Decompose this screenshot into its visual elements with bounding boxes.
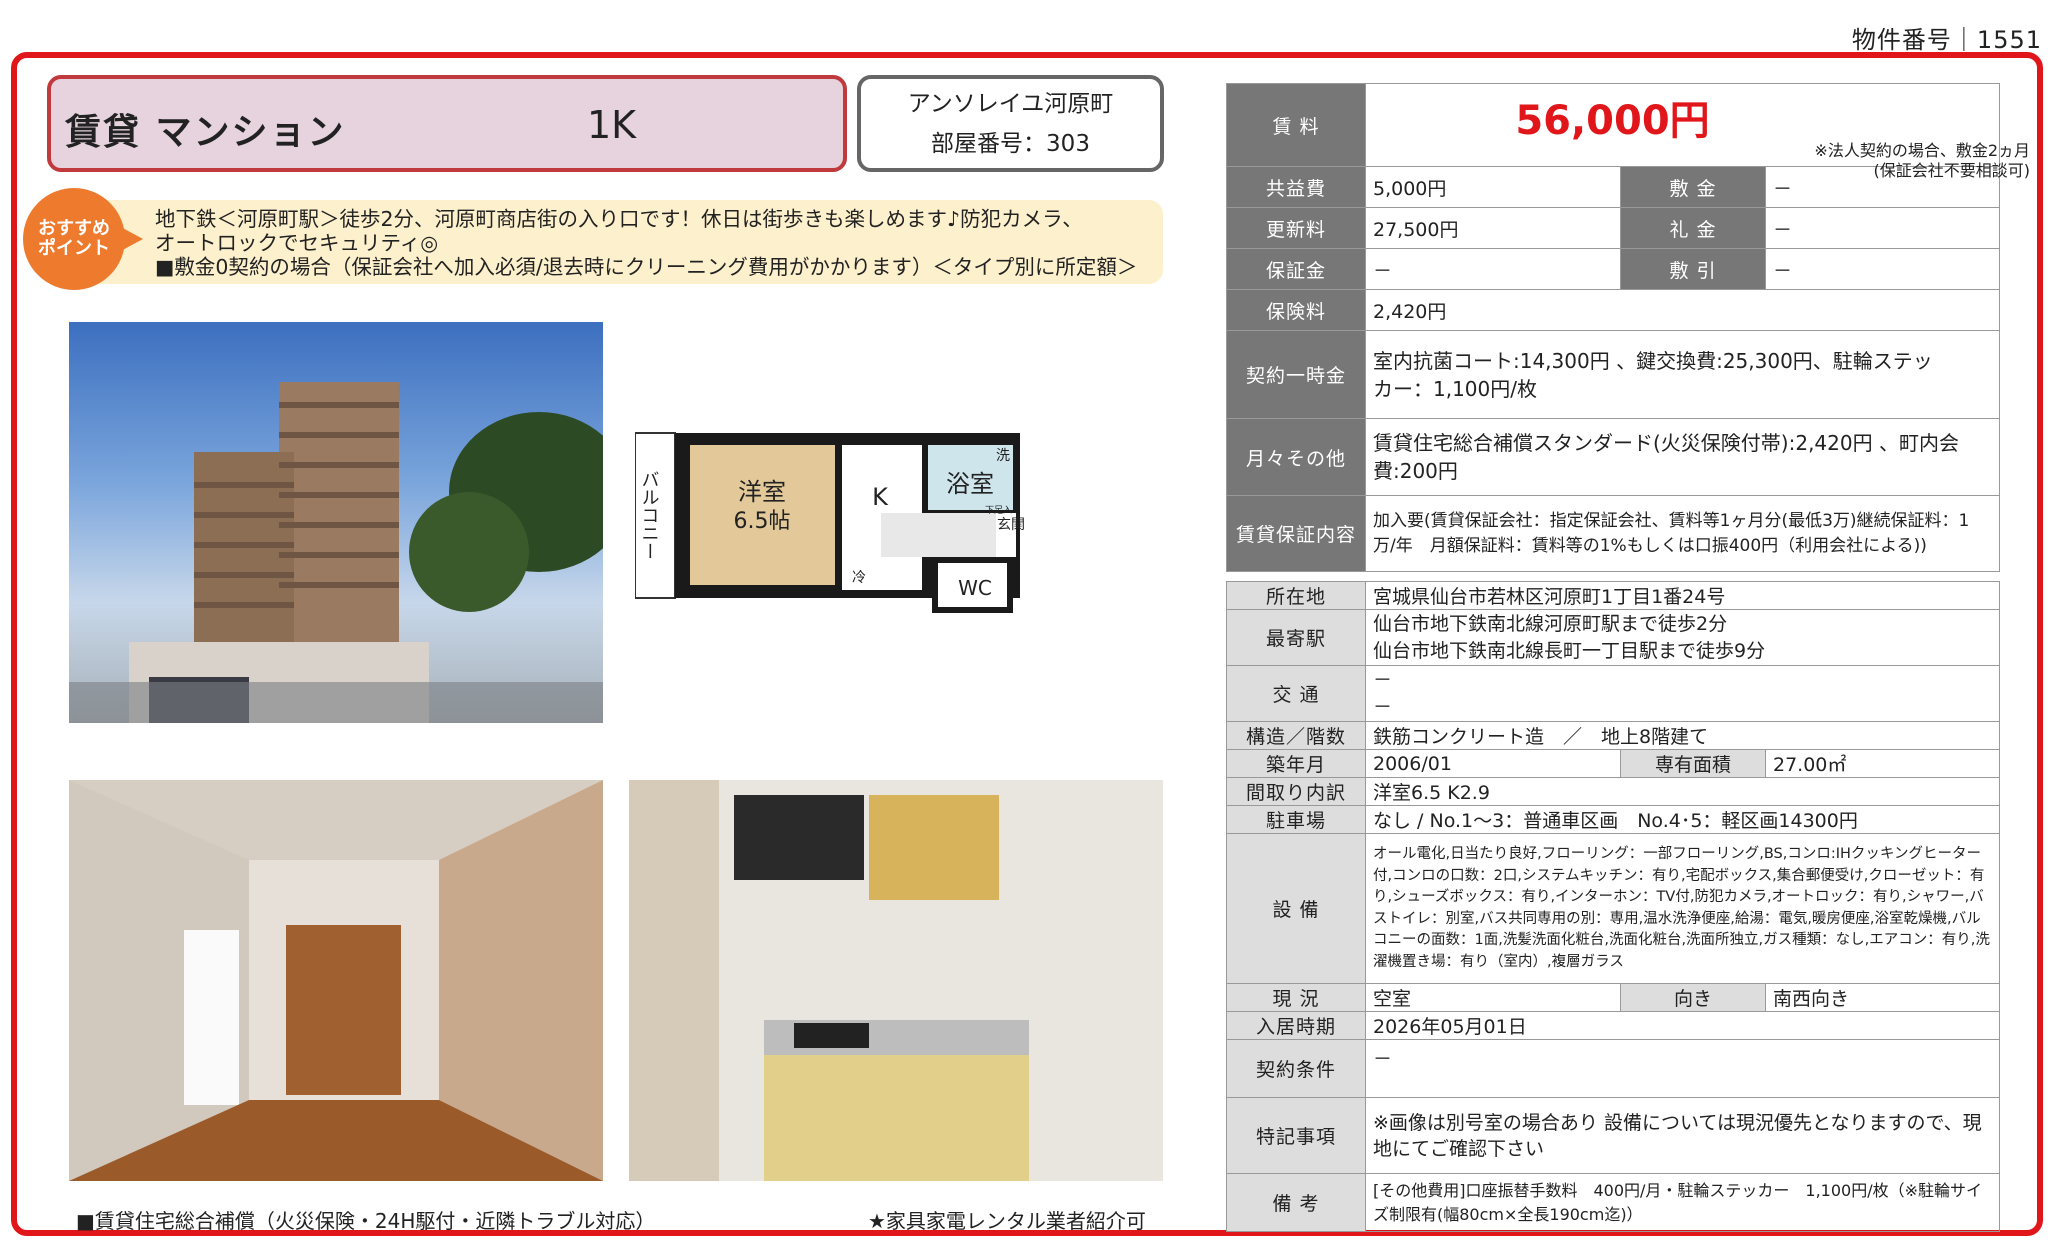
wash-label: 洗 [996,448,1010,464]
move-in-label: 入居時期 [1226,1011,1366,1040]
western-size-label: 6.5帖 [734,509,791,534]
room-number: 部屋番号：303 [931,131,1090,157]
detail-table: 所在地 宮城県仙台市若林区河原町1丁目1番24号 最寄駅 仙台市地下鉄南北線河原… [1226,581,2000,1232]
transport-label: 交 通 [1226,665,1366,722]
onetime-label: 契約一時金 [1226,330,1366,419]
recommend-text: 地下鉄＜河原町駅＞徒歩2分、河原町商店街の入り口です！休日は街歩きも楽しめます♪… [155,207,1145,279]
fridge-label: 冷 [852,570,866,586]
recommend-line-2: オートロックでセキュリティ◎ [155,231,439,255]
station-1: 仙台市地下鉄南北線河原町駅まで徒歩2分 [1373,612,1728,635]
recommend-line-1: 地下鉄＜河原町駅＞徒歩2分、河原町商店街の入り口です！休日は街歩きも楽しめます♪… [155,207,1083,231]
kitchen-label: K [872,483,889,511]
status-value: 空室 [1365,983,1621,1012]
property-number: 物件番号｜1551 [1851,26,2042,54]
renewal-value: 27,500円 [1365,207,1621,249]
western-room-label: 洋室 [738,478,786,506]
key-money-label: 礼 金 [1620,207,1766,249]
insurance-value: 2,420円 [1365,289,2000,331]
direction-label: 向き [1620,983,1766,1012]
insurance-label: 保険料 [1226,289,1366,331]
station-value: 仙台市地下鉄南北線河原町駅まで徒歩2分 仙台市地下鉄南北線長町一丁目駅まで徒歩9… [1365,609,2000,666]
station-label: 最寄駅 [1226,609,1366,666]
transport-2: － [1373,695,1393,718]
status-label: 現 況 [1226,983,1366,1012]
type-box: 賃貸 マンション 1K [47,75,847,172]
entrance-label: 玄関 [997,516,1025,533]
recommend-badge: おすすめポイント [23,188,143,290]
rooms-value: 洋室6.5 K2.9 [1365,777,2000,806]
rooms-label: 間取り内訳 [1226,777,1366,806]
room-photo [69,780,603,1181]
kitchen-illustration [629,780,1163,1181]
building-name-box: アンソレイユ河原町 部屋番号：303 [857,75,1164,172]
monthly-value: 賃貸住宅総合補償スタンダード(火災保険付帯):2,420円 、町内会費:200円 [1365,418,2000,496]
kitchen-photo [629,780,1163,1181]
rent-note: ※法人契約の場合、敷金2ヵ月 (保証会社不要相談可) [1814,141,2030,181]
rent-note-1: ※法人契約の場合、敷金2ヵ月 [1814,141,2030,160]
built-value: 2006/01 [1365,749,1621,778]
parking-value: なし / No.1～3：普通車区画 No.4･5：軽区画14300円 [1365,805,2000,834]
guarantor-value: 加入要(賃貸保証会社：指定保証会社、賃料等1ヶ月分(最低3万)継続保証料：1万/… [1365,495,2000,572]
rent-note-2: (保証会社不要相談可) [1873,161,2031,180]
structure-value: 鉄筋コンクリート造 ／ 地上8階建て [1365,721,2000,750]
guarantee-label: 保証金 [1226,248,1366,290]
room-illustration [69,780,603,1181]
equipment-label: 設 備 [1226,833,1366,984]
renewal-label: 更新料 [1226,207,1366,249]
recommend-line-3: ■敷金0契約の場合（保証会社へ加入必須/退去時にクリーニング費用がかかります）＜… [155,255,1138,279]
direction-value: 南西向き [1765,983,2000,1012]
monthly-label: 月々その他 [1226,418,1366,496]
amortization-value: － [1765,248,2000,290]
onetime-value: 室内抗菌コート:14,300円 、鍵交換費:25,300円、駐輪ステッカー：1,… [1365,330,2000,419]
transport-value: － － [1365,665,2000,722]
deposit-label: 敷 金 [1620,166,1766,208]
area-label: 専有面積 [1620,749,1766,778]
building-name: アンソレイユ河原町 [907,91,1114,117]
common-fee-value: 5,000円 [1365,166,1621,208]
rent-amount: 56,000円 [1515,98,1710,144]
remarks-label: 備 考 [1226,1173,1366,1232]
layout-type: 1K [587,103,637,147]
shoebox-label: 下足入 [985,505,1012,516]
special-label: 特記事項 [1226,1097,1366,1174]
transport-1: － [1373,668,1393,691]
property-type: 賃貸 マンション [65,112,346,153]
station-2: 仙台市地下鉄南北線長町一丁目駅まで徒歩9分 [1373,639,1766,662]
footer-compensation: ■賃貸住宅総合補償（火災保険・24H駆付・近隣トラブル対応） [76,1209,656,1233]
bath-label: 浴室 [946,470,994,498]
hallway [881,513,996,557]
built-label: 築年月 [1226,749,1366,778]
move-in-value: 2026年05月01日 [1365,1011,2000,1040]
building-photo [69,322,603,723]
special-value: ※画像は別号室の場合あり 設備については現況優先となりますので、現地にてご確認下… [1365,1097,2000,1174]
guarantee-value: － [1365,248,1621,290]
equipment-value: オール電化,日当たり良好,フローリング：一部フローリング,BS,コンロ:IHクッ… [1365,833,2000,984]
rent-label: 賃 料 [1226,83,1366,167]
building-illustration [69,382,603,723]
conditions-value: － [1365,1039,2000,1098]
remarks-value: [その他費用]口座振替手数料 400円/月・駐輪ステッカー 1,100円/枚（※… [1365,1173,2000,1232]
floor-plan: バルコニー 洋室 6.5帖 K 浴室 洗 冷 WC 玄関 下足入 [635,432,1025,613]
wc-label: WC [958,576,992,600]
amortization-label: 敷 引 [1620,248,1766,290]
balcony-label: バルコニー [639,470,660,560]
guarantor-label: 賃貸保証内容 [1226,495,1366,572]
address-value: 宮城県仙台市若林区河原町1丁目1番24号 [1365,581,2000,610]
parking-label: 駐車場 [1226,805,1366,834]
structure-label: 構造／階数 [1226,721,1366,750]
recommend-badge-text: おすすめポイント [38,218,110,259]
common-fee-label: 共益費 [1226,166,1366,208]
footer-rental: ★家具家電レンタル業者紹介可 [868,1209,1146,1233]
conditions-label: 契約条件 [1226,1039,1366,1098]
key-money-value: － [1765,207,2000,249]
area-value: 27.00㎡ [1765,749,2000,778]
address-label: 所在地 [1226,581,1366,610]
